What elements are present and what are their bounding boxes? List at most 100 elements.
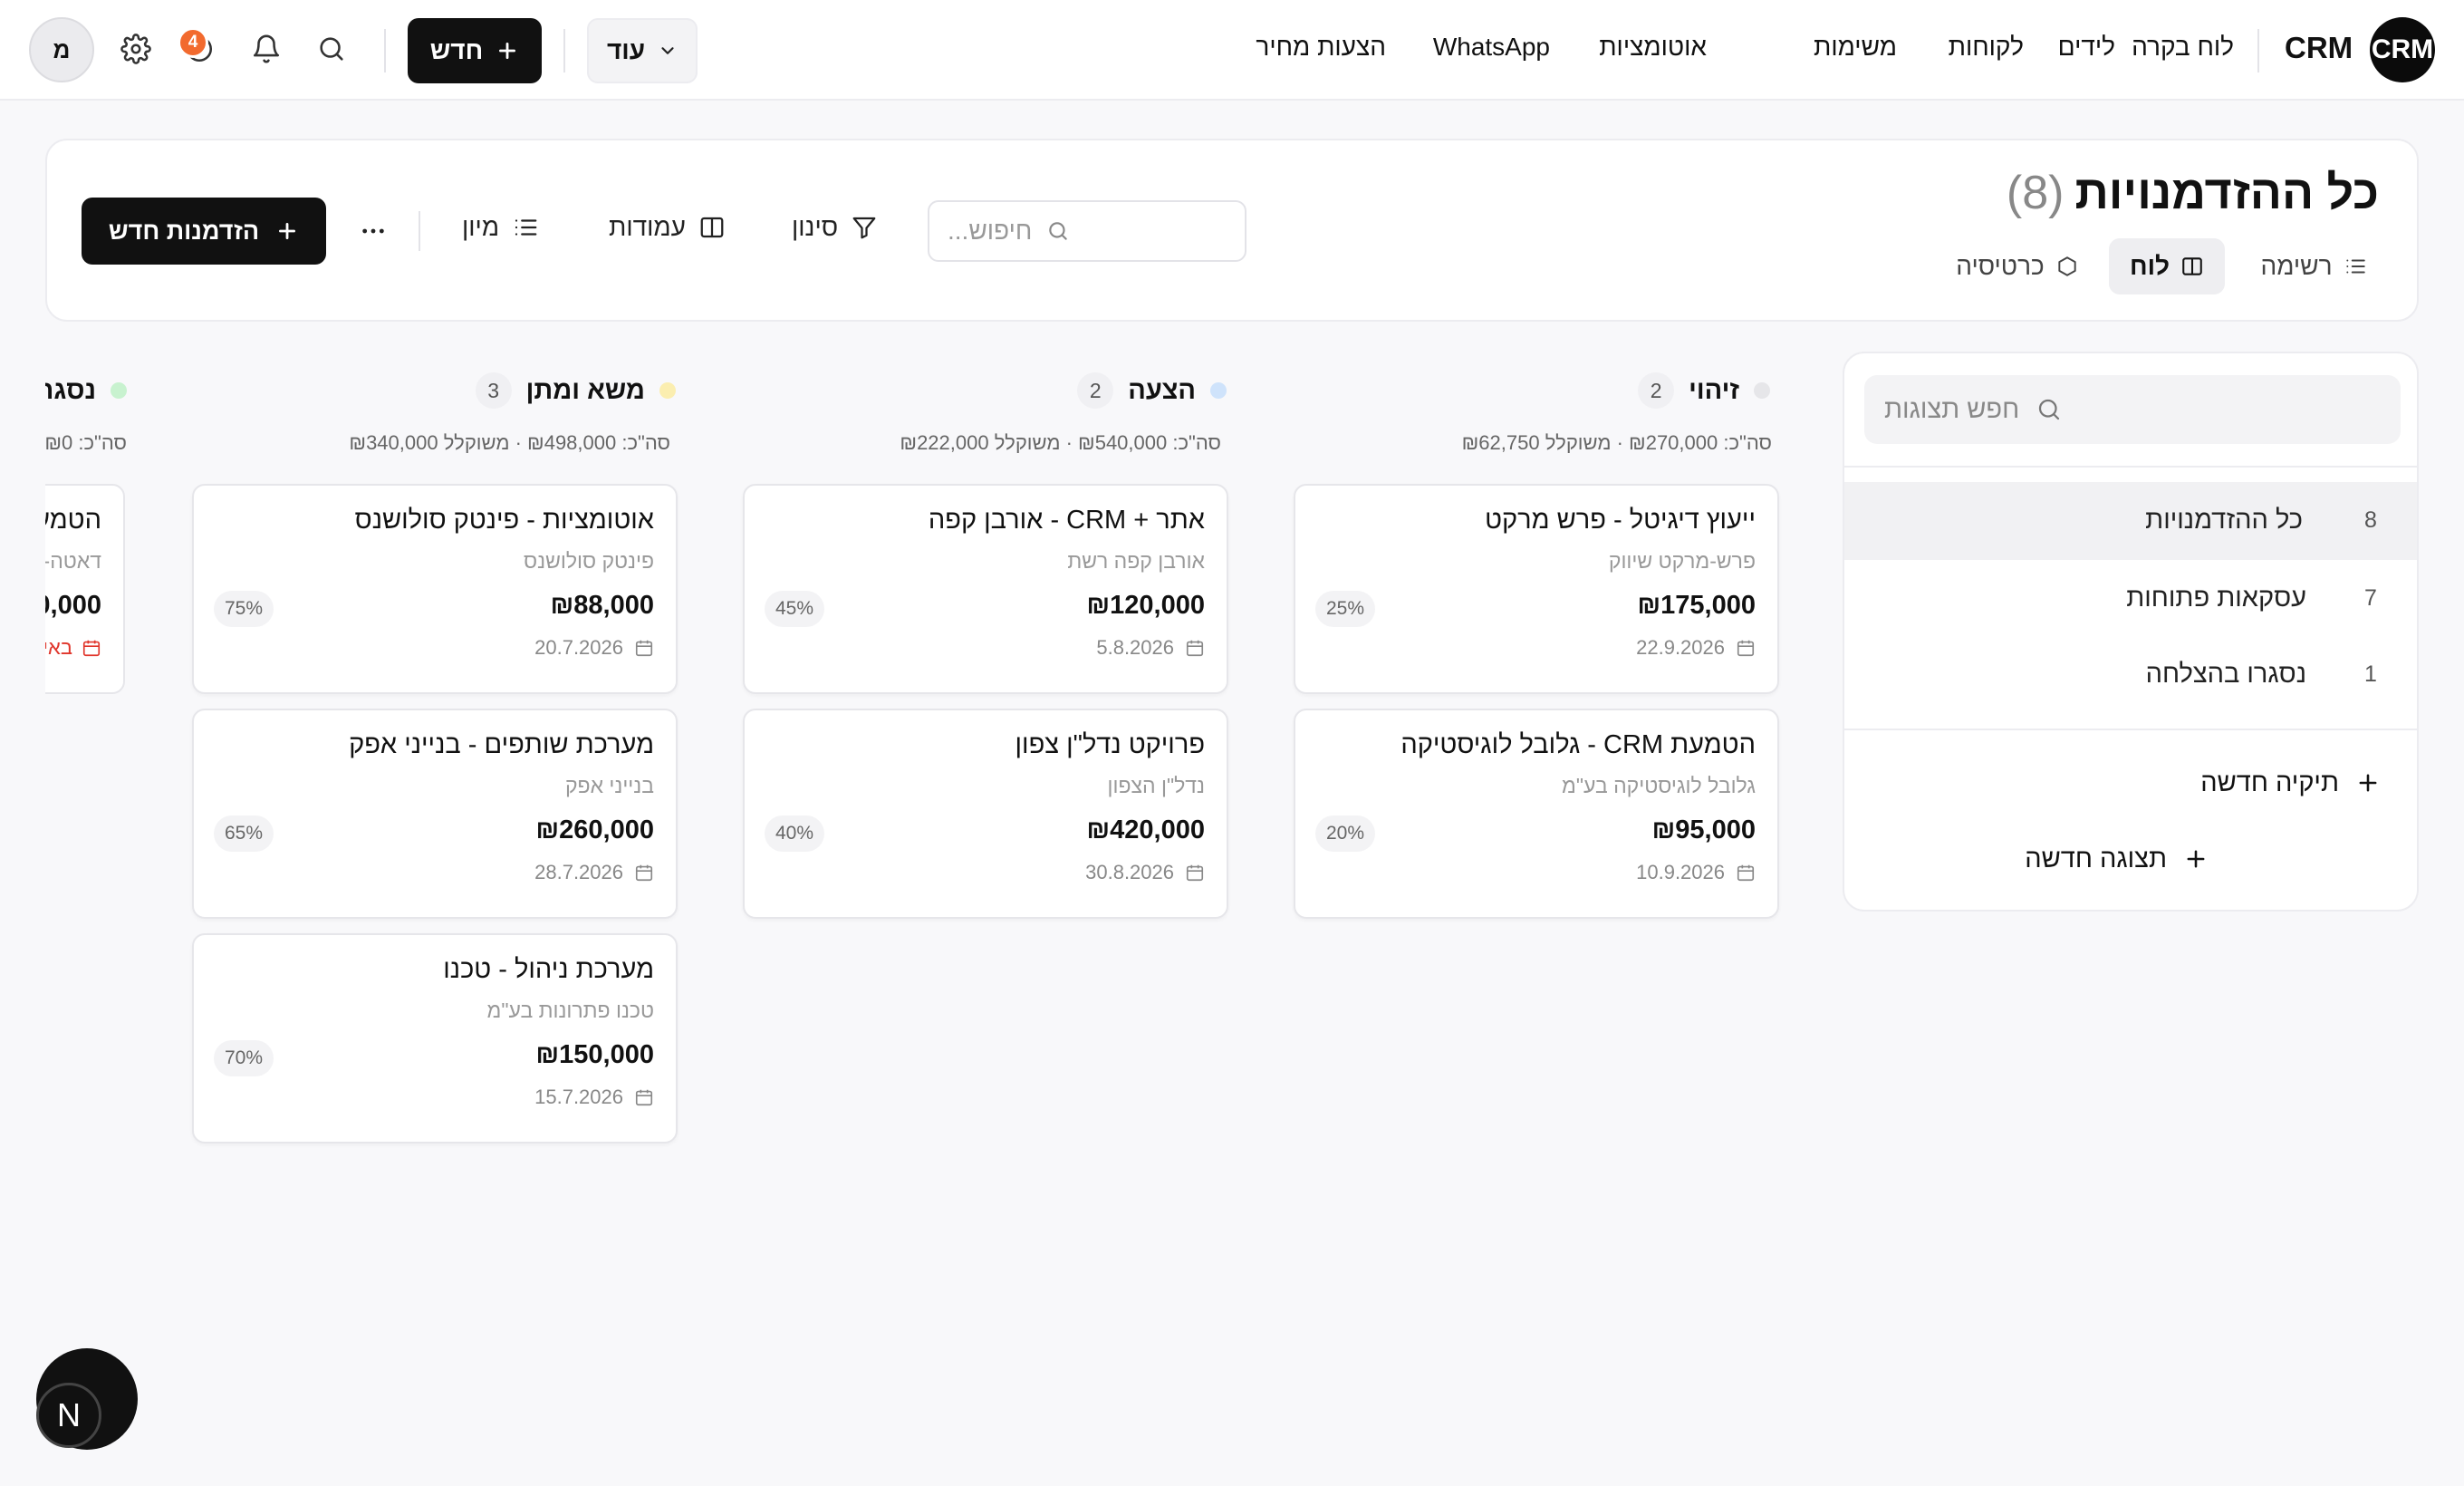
top-navbar: CRM CRM לוח בקרה לידים לקוחות משימות אוט… (0, 0, 2464, 101)
page-title-count: (8) (2006, 167, 2065, 219)
calendar-icon (634, 1087, 654, 1107)
nav-customers[interactable]: לקוחות (1949, 33, 2024, 62)
view-item-count: 1 (2364, 661, 2377, 687)
search-icon (2036, 396, 2063, 423)
card-amount: 0,000 (45, 591, 101, 620)
calendar-icon (1185, 863, 1205, 883)
views-search-input[interactable]: חפש תצוגות (1864, 375, 2401, 444)
add-opportunity-button[interactable]: הזדמנות חדש (82, 198, 326, 265)
card-probability: 40% (765, 815, 825, 852)
sort-button[interactable]: מיון (462, 213, 539, 242)
tab-card-view[interactable]: כרטיסיה (1931, 238, 2103, 294)
columns-icon (698, 214, 726, 241)
views-search-placeholder: חפש תצוגות (1884, 394, 2020, 424)
column-summary: סה"כ: ₪0 (45, 431, 127, 454)
opportunity-card[interactable]: אתר + CRM - אורבן קפה אורבן קפה רשת ₪120… (743, 484, 1228, 694)
card-amount: ₪260,000 (535, 815, 654, 844)
nav-whatsapp[interactable]: WhatsApp (1433, 33, 1550, 62)
card-date-text: 30.8.2026 (1085, 861, 1174, 883)
view-tab-label: רשימה (2260, 252, 2333, 280)
column-count: 3 (475, 372, 512, 409)
page-header: כל ההזדמנויות(8) רשימה לוח כרטיסיה חיפוש… (45, 139, 2419, 322)
dev-tools-icon[interactable]: N (36, 1383, 101, 1448)
nav-leads[interactable]: לידים (2058, 33, 2115, 62)
card-probability: 75% (214, 591, 274, 627)
nav-dashboard[interactable]: לוח בקרה (2132, 33, 2234, 62)
divider (384, 29, 386, 72)
opportunity-card[interactable]: מערכת ניהול - טכנו טכנו פתרונות בע"מ ₪15… (192, 933, 678, 1143)
opportunity-card[interactable]: הטמעת CRM - גלובל לוגיסטיקה גלובל לוגיסט… (1294, 709, 1779, 919)
search-input[interactable]: חיפוש... (928, 200, 1246, 262)
user-avatar[interactable]: מ (29, 17, 94, 82)
opportunity-card[interactable]: פרויקט נדל"ן צפון נדל"ן הצפון ₪420,000 4… (743, 709, 1228, 919)
card-title: אוטומציות - פינטק סולושנס (354, 506, 654, 535)
nav-tasks[interactable]: משימות (1814, 33, 1897, 62)
nav-automations[interactable]: אוטומציות (1599, 33, 1707, 62)
card-date-text: 10.9.2026 (1636, 861, 1725, 883)
stage-color-dot (111, 382, 127, 399)
new-folder-button[interactable]: תיקיה חדשה (2200, 756, 2381, 810)
view-item-open-deals[interactable]: עסקאות פתוחות 7 (1844, 560, 2417, 638)
calendar-icon (1736, 638, 1756, 658)
card-probability: 70% (214, 1040, 274, 1076)
view-tab-label: כרטיסיה (1956, 252, 2045, 280)
column-name: משא ומתן (525, 375, 645, 405)
opportunity-card[interactable]: מערכת שותפים - בנייני אפק בנייני אפק ₪26… (192, 709, 678, 919)
new-label: חדש (429, 36, 484, 64)
card-company: נדל"ן הצפון (1107, 774, 1206, 797)
calendar-icon (1736, 863, 1756, 883)
page-title-text: כל ההזדמנויות (2074, 167, 2379, 219)
card-date: באיח (45, 636, 101, 660)
calendar-icon (634, 863, 654, 883)
gear-icon[interactable] (116, 29, 156, 69)
opportunity-card[interactable]: ייעוץ דיגיטל - פרש מרקט פרש-מרקט שיווק ₪… (1294, 484, 1779, 694)
new-button[interactable]: חדש (408, 18, 542, 83)
view-item-count: 8 (2364, 507, 2377, 533)
plus-icon (2183, 846, 2209, 872)
new-folder-label: תיקיה חדשה (2200, 767, 2339, 797)
search-icon[interactable] (312, 29, 351, 69)
column-count: 2 (1077, 372, 1114, 409)
column-header-identification: זיהוי 2 (1638, 370, 1770, 411)
card-date-text: באיח (45, 636, 72, 659)
divider (563, 29, 565, 72)
tab-list-view[interactable]: רשימה (2232, 238, 2395, 294)
tab-board-view[interactable]: לוח (2109, 238, 2225, 294)
divider (1844, 729, 2417, 730)
view-item-all-opportunities[interactable]: כל ההזדמנויות 8 (1844, 482, 2417, 560)
calendar-icon (1185, 638, 1205, 658)
stage-color-dot (1210, 382, 1227, 399)
search-placeholder: חיפוש... (948, 217, 1033, 245)
filter-button[interactable]: סינון (792, 213, 878, 242)
card-date: 10.9.2026 (1636, 861, 1756, 884)
sort-icon (512, 214, 539, 241)
view-item-closed-won[interactable]: נסגרו בהצלחה 1 (1844, 636, 2417, 714)
card-title: מערכת ניהול - טכנו (443, 955, 654, 984)
chevron-down-icon (658, 41, 678, 61)
new-view-button[interactable]: תצוגה חדשה (2025, 832, 2209, 886)
divider (2257, 29, 2259, 72)
page-title: כל ההזדמנויות(8) (2007, 166, 2379, 220)
card-date: 5.8.2026 (1096, 636, 1205, 660)
card-title: פרויקט נדל"ן צפון (1015, 730, 1206, 759)
plus-icon (275, 219, 299, 243)
bell-icon[interactable] (246, 29, 286, 69)
plus-icon (2355, 770, 2381, 796)
stage-color-dot (1754, 382, 1770, 399)
columns-label: עמודות (609, 213, 686, 241)
columns-button[interactable]: עמודות (609, 213, 726, 242)
opportunity-card[interactable]: אוטומציות - פינטק סולושנס פינטק סולושנס … (192, 484, 678, 694)
card-date: 28.7.2026 (534, 861, 654, 884)
column-name: נסגר (45, 375, 96, 405)
column-closed-clipped: נסגר סה"כ: ₪0 הטמע דאטה- 0,000 באיח (45, 353, 127, 716)
more-menu-button[interactable]: עוד (587, 18, 698, 83)
divider (1844, 466, 2417, 468)
opportunity-card[interactable]: הטמע דאטה- 0,000 באיח (45, 484, 125, 694)
divider (419, 211, 420, 251)
filter-label: סינון (792, 213, 839, 241)
app-logo[interactable]: CRM (2370, 17, 2435, 82)
nav-quotes[interactable]: הצעות מחיר (1256, 33, 1386, 62)
card-title: הטמע (45, 506, 101, 535)
more-options-icon[interactable] (359, 217, 388, 246)
view-item-count: 7 (2364, 585, 2377, 611)
